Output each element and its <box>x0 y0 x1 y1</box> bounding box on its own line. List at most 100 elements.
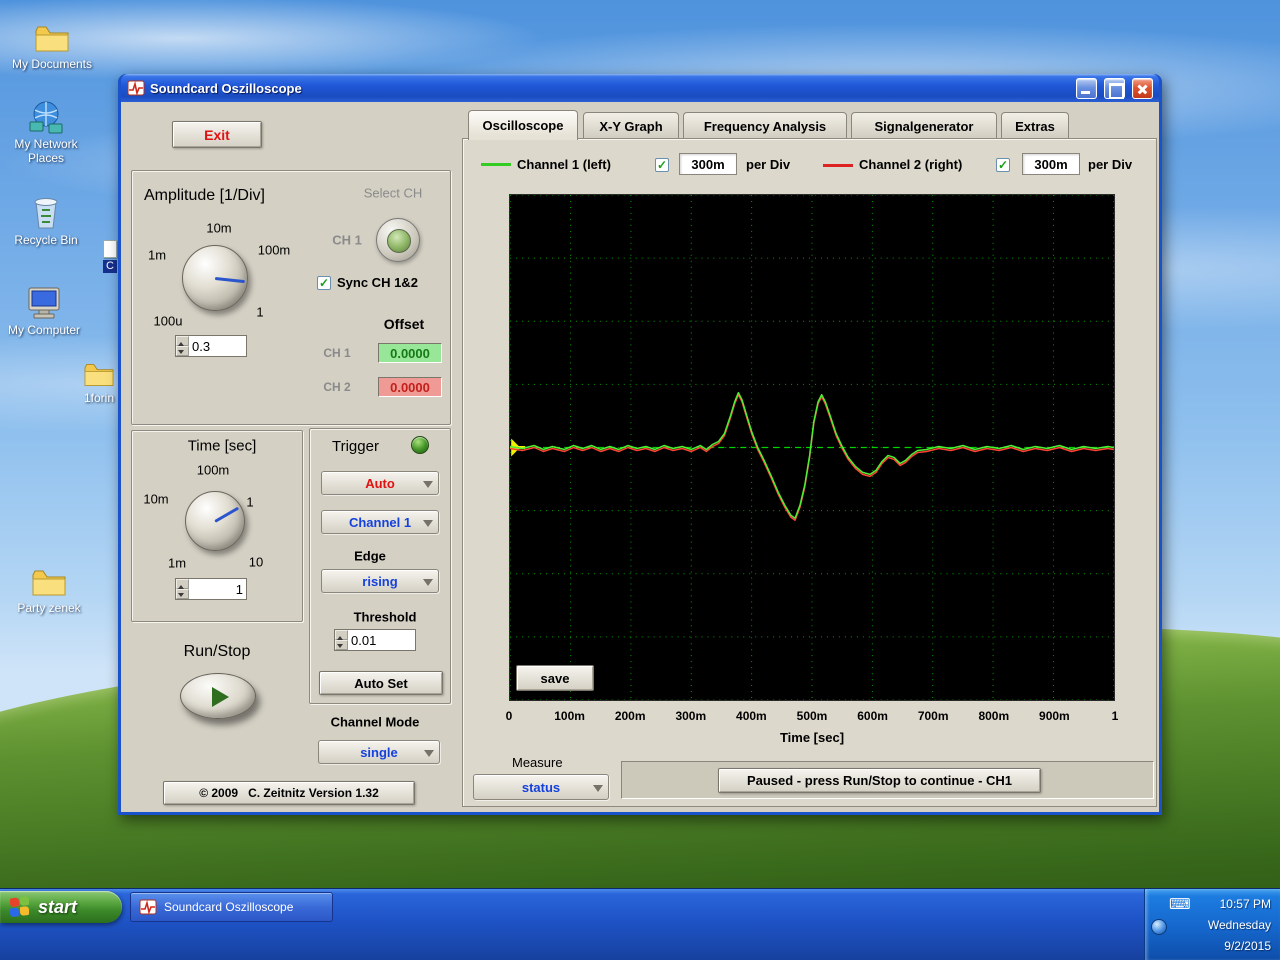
amplitude-spinner[interactable] <box>175 335 247 357</box>
window-titlebar[interactable]: Soundcard Oszilloscope <box>121 74 1159 102</box>
start-label: start <box>38 896 78 917</box>
desktop-icon-label: My Network Places <box>14 137 78 165</box>
spinner-down-icon[interactable] <box>176 589 189 599</box>
desktop-icon-my-documents[interactable]: My Documents <box>8 22 96 71</box>
maximize-button[interactable] <box>1104 77 1125 99</box>
channel-mode-dropdown[interactable]: single <box>318 740 440 764</box>
x-axis-ticks: 0 100m 200m 300m 400m 500m 600m 700m 800m 900m 1 <box>505 709 1119 725</box>
x-tick: 800m <box>978 709 1010 723</box>
desktop-icon-label: 1forin <box>83 391 115 405</box>
offset-ch1-value[interactable]: 0.0000 <box>378 343 442 363</box>
time-scale-label: 10 <box>248 554 264 570</box>
x-tick: 100m <box>554 709 585 723</box>
spinner-arrows[interactable] <box>335 630 348 650</box>
desktop-icon-label: C <box>103 260 117 273</box>
auto-set-button[interactable]: Auto Set <box>319 671 443 695</box>
x-tick: 1 <box>1111 709 1119 723</box>
amplitude-scale-label: 100u <box>153 313 183 329</box>
desktop-icon-label: My Computer <box>7 323 81 337</box>
trigger-mode-dropdown[interactable]: Auto <box>321 471 439 495</box>
keyboard-tray-icon[interactable]: ⌨ <box>1169 895 1191 913</box>
dropdown-arrow-icon <box>424 750 434 762</box>
taskbar-item-oscilloscope[interactable]: Soundcard Oszilloscope <box>130 892 333 922</box>
folder-icon <box>84 363 114 386</box>
exit-button[interactable]: Exit <box>172 121 262 148</box>
spinner-down-icon[interactable] <box>176 346 189 356</box>
amplitude-scale-label: 100m <box>257 242 291 258</box>
amplitude-scale-label: 1m <box>147 247 167 263</box>
desktop-icon-my-network-places[interactable]: My Network Places <box>2 100 90 165</box>
computer-icon <box>28 287 60 319</box>
tab-oscilloscope[interactable]: Oscilloscope <box>468 110 578 140</box>
knob-needle-icon <box>214 277 245 284</box>
desktop-icon-my-computer[interactable]: My Computer <box>0 286 88 337</box>
spinner-arrows[interactable] <box>176 336 189 356</box>
save-button[interactable]: save <box>516 665 594 691</box>
dropdown-arrow-icon <box>423 520 433 532</box>
spinner-up-icon[interactable] <box>176 336 189 346</box>
threshold-value-input[interactable] <box>348 630 415 650</box>
windows-flag-icon <box>10 895 31 919</box>
tray-ball-icon[interactable] <box>1151 919 1167 935</box>
x-tick: 700m <box>917 709 949 723</box>
tab-xy-graph[interactable]: X-Y Graph <box>583 112 679 139</box>
channel1-perdiv-value[interactable]: 300m <box>679 153 737 175</box>
time-spinner[interactable] <box>175 578 247 600</box>
close-button[interactable] <box>1132 77 1153 99</box>
trigger-group: Trigger Auto Channel 1 Edge rising Thres… <box>309 428 451 704</box>
tray-clock[interactable]: 10:57 PM Wednesday 9/2/2015 <box>1208 894 1271 957</box>
clock-date: 9/2/2015 <box>1224 939 1271 953</box>
channel-select-knob[interactable] <box>376 218 420 262</box>
time-scale-label: 1 <box>246 494 254 510</box>
run-stop-button[interactable] <box>180 673 256 719</box>
spinner-down-icon[interactable] <box>335 640 348 650</box>
channel1-perdiv-label: per Div <box>746 157 791 172</box>
select-ch-title: Select CH <box>363 185 423 201</box>
time-value-input[interactable] <box>189 579 246 599</box>
amplitude-scale-label: 1 <box>256 304 264 320</box>
desktop-icon-party-zenek[interactable]: Party zenek <box>5 566 93 615</box>
window-title: Soundcard Oszilloscope <box>150 80 302 96</box>
ch1-select-label: CH 1 <box>332 232 362 248</box>
time-title: Time [sec] <box>187 437 257 455</box>
app-window: Soundcard Oszilloscope Exit Amplitude [1… <box>118 74 1162 815</box>
offset-ch2-value[interactable]: 0.0000 <box>378 377 442 397</box>
x-tick: 500m <box>796 709 828 723</box>
clock-time: 10:57 PM <box>1219 897 1271 911</box>
desktop-icon-recycle-bin[interactable]: Recycle Bin <box>2 194 90 247</box>
amplitude-value-input[interactable] <box>189 336 246 356</box>
start-button[interactable]: start <box>0 891 122 923</box>
trigger-source-dropdown[interactable]: Channel 1 <box>321 510 439 534</box>
threshold-spinner[interactable] <box>334 629 416 651</box>
spinner-up-icon[interactable] <box>335 630 348 640</box>
spinner-arrows[interactable] <box>176 579 189 599</box>
trigger-edge-value: rising <box>362 573 398 589</box>
tab-extras[interactable]: Extras <box>1001 112 1069 139</box>
time-group: Time [sec] 100m 1 10 1m 10m <box>131 430 303 622</box>
channel1-checkbox[interactable]: ✓ <box>655 158 669 172</box>
channel2-checkbox[interactable]: ✓ <box>996 158 1010 172</box>
check-icon: ✓ <box>997 158 1009 172</box>
channel-mode-label: Channel Mode <box>330 714 420 730</box>
desktop: My Documents My Network Places Recycle B… <box>0 0 1280 960</box>
spinner-up-icon[interactable] <box>176 579 189 589</box>
x-tick: 0 <box>505 709 513 723</box>
tab-signalgenerator[interactable]: Signalgenerator <box>851 112 997 139</box>
channel2-perdiv-value[interactable]: 300m <box>1022 153 1080 175</box>
scope-display[interactable]: save <box>509 194 1115 701</box>
amplitude-knob[interactable] <box>182 245 248 311</box>
window-body: Exit Amplitude [1/Div] Select CH 10m 100… <box>121 102 1159 812</box>
measure-dropdown[interactable]: status <box>473 774 609 800</box>
channel1-label: Channel 1 (left) <box>517 157 611 172</box>
trigger-edge-dropdown[interactable]: rising <box>321 569 439 593</box>
sync-checkbox[interactable]: ✓ <box>317 276 331 290</box>
tab-frequency-analysis[interactable]: Frequency Analysis <box>683 112 847 139</box>
minimize-button[interactable] <box>1076 77 1097 99</box>
desktop-icon-partial[interactable]: C <box>103 240 118 273</box>
offset-ch1-label: CH 1 <box>323 346 351 360</box>
x-tick: 200m <box>614 709 646 723</box>
amplitude-scale-label: 10m <box>206 220 232 236</box>
time-knob[interactable] <box>185 491 245 551</box>
time-scale-label: 1m <box>167 555 187 571</box>
dropdown-arrow-icon <box>423 579 433 591</box>
